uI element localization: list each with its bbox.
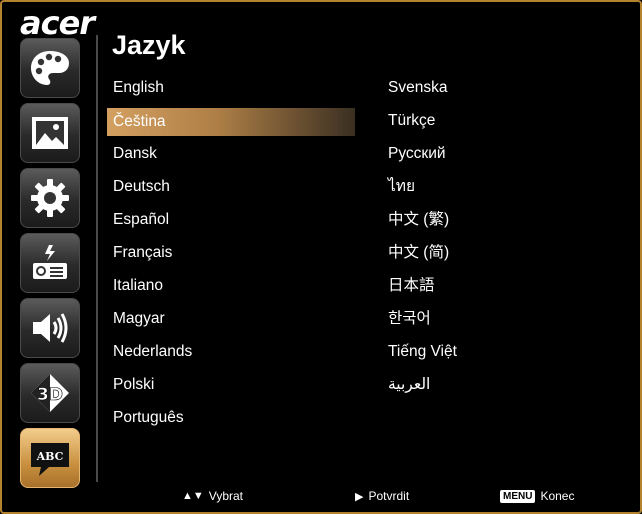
hint-confirm-label: Potvrdit <box>368 489 410 503</box>
language-option[interactable]: 中文 (简) <box>382 238 630 271</box>
3d-icon: 3D <box>31 374 69 412</box>
language-option[interactable]: العربية <box>382 370 630 403</box>
sidebar-item-color[interactable] <box>20 38 80 98</box>
page-title: Jazyk <box>112 30 186 60</box>
sidebar-item-management[interactable] <box>20 233 80 293</box>
sidebar: 3D ABC <box>20 38 82 493</box>
language-option[interactable]: Magyar <box>107 304 355 337</box>
language-option[interactable]: Tiếng Việt <box>382 337 630 370</box>
osd-window: acer 3D ABC Jazyk English Čeština Dansk … <box>0 0 642 514</box>
language-option[interactable]: Deutsch <box>107 172 355 205</box>
sidebar-item-3d[interactable]: 3D <box>20 363 80 423</box>
language-option[interactable]: 日本語 <box>382 271 630 304</box>
language-option[interactable]: Русский <box>382 139 630 172</box>
projector-icon <box>33 245 67 279</box>
language-option[interactable]: Português <box>107 403 355 436</box>
menu-key-icon: MENU <box>500 489 536 503</box>
hint-exit-label: Konec <box>540 489 575 503</box>
language-option[interactable]: Français <box>107 238 355 271</box>
language-option[interactable]: ไทย <box>382 172 630 205</box>
picture-icon <box>32 117 68 149</box>
sidebar-item-language[interactable]: ABC <box>20 428 80 488</box>
palette-icon <box>31 51 69 85</box>
language-option[interactable]: Dansk <box>107 139 355 172</box>
language-option[interactable]: Polski <box>107 370 355 403</box>
language-option[interactable]: Italiano <box>107 271 355 304</box>
speaker-icon <box>33 313 68 343</box>
gear-icon <box>31 179 69 217</box>
language-option[interactable]: Español <box>107 205 355 238</box>
up-down-arrows-icon: ▲▼ <box>182 490 204 502</box>
sidebar-item-settings[interactable] <box>20 168 80 228</box>
language-list-right: Svenska Türkçe Русский ไทย 中文 (繁) 中文 (简)… <box>382 73 630 403</box>
language-option[interactable]: Svenska <box>382 73 630 106</box>
footer-hints: ▲▼ Vybrat ▶ Potvrdit MENU Konec <box>2 484 640 510</box>
language-option[interactable]: Nederlands <box>107 337 355 370</box>
sidebar-item-image[interactable] <box>20 103 80 163</box>
language-option[interactable]: 中文 (繁) <box>382 205 630 238</box>
divider <box>96 35 98 482</box>
acer-logo: acer <box>20 4 95 42</box>
language-abc-icon: ABC <box>31 443 69 476</box>
language-list-left: English Čeština Dansk Deutsch Español Fr… <box>107 73 355 436</box>
hint-confirm: ▶ Potvrdit <box>355 489 409 503</box>
sidebar-item-audio[interactable] <box>20 298 80 358</box>
hint-select-label: Vybrat <box>208 489 244 503</box>
language-option-selected[interactable]: Čeština <box>107 108 355 136</box>
right-arrow-icon: ▶ <box>355 490 364 503</box>
hint-select: ▲▼ Vybrat <box>182 489 243 503</box>
svg-text:3D: 3D <box>37 385 63 405</box>
language-option[interactable]: Türkçe <box>382 106 630 139</box>
svg-text:ABC: ABC <box>36 450 64 463</box>
language-option[interactable]: 한국어 <box>382 304 630 337</box>
hint-exit: MENU Konec <box>500 489 574 503</box>
language-option[interactable]: English <box>107 73 355 106</box>
